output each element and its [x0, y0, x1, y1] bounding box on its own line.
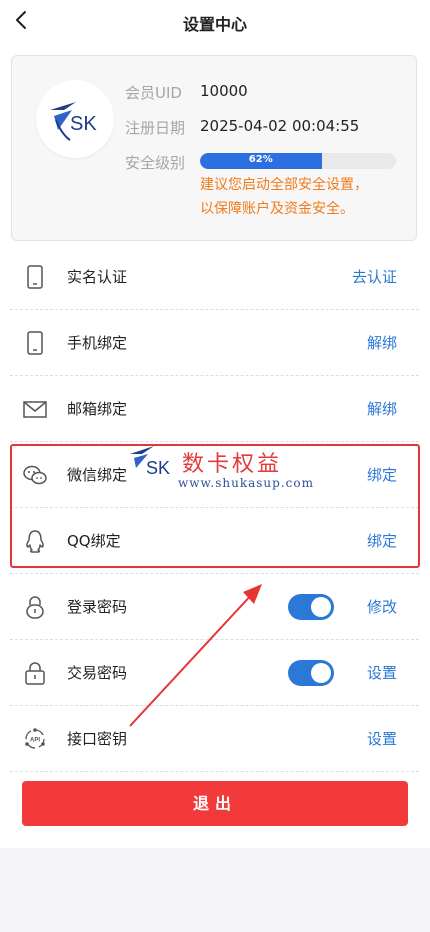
row-label: 实名认证: [67, 268, 128, 286]
toggle-knob: [311, 663, 331, 683]
logout-button[interactable]: 退出: [22, 781, 408, 826]
modify-login-password-button[interactable]: 修改: [367, 596, 397, 617]
api-icon: API: [25, 728, 45, 749]
row-realname[interactable]: 实名认证 去认证: [10, 244, 419, 310]
trade-password-toggle[interactable]: [288, 660, 334, 686]
security-tip-line-2: 以保障账户及资金安全。: [200, 201, 354, 217]
row-api-key[interactable]: API 接口密钥 设置: [10, 706, 419, 772]
row-phone[interactable]: 手机绑定 解绑: [10, 310, 419, 376]
set-trade-password-button[interactable]: 设置: [367, 662, 397, 683]
row-trade-password[interactable]: 交易密码 设置: [10, 640, 419, 706]
unbind-phone-button[interactable]: 解绑: [367, 332, 397, 353]
login-password-toggle[interactable]: [288, 594, 334, 620]
security-progress-text: 62%: [248, 154, 273, 165]
phone-icon: [27, 265, 43, 289]
security-tip: 建议您启动全部安全设置， 以保障账户及资金安全。: [200, 173, 400, 221]
reg-date-label: 注册日期: [125, 119, 186, 137]
svg-text:API: API: [30, 738, 40, 744]
svg-text:SK: SK: [146, 458, 170, 478]
uid-label: 会员UID: [125, 84, 182, 102]
avatar: SK: [36, 80, 114, 158]
verify-button[interactable]: 去认证: [352, 266, 397, 287]
reg-date-value: 2025-04-02 00:04:55: [200, 117, 360, 135]
sk-logo-icon: SK: [50, 102, 97, 141]
watermark-url: www.shukasup.com: [178, 476, 314, 490]
security-tip-line-1: 建议您启动全部安全设置，: [200, 177, 368, 193]
mail-icon: [23, 401, 47, 418]
uid-value: 10000: [200, 82, 248, 100]
toggle-knob: [311, 597, 331, 617]
row-label: 邮箱绑定: [67, 400, 128, 418]
row-label: 接口密钥: [67, 730, 128, 748]
header: 设置中心: [0, 0, 430, 44]
page-title: 设置中心: [182, 15, 247, 34]
lock-icon: [26, 596, 44, 619]
security-label: 安全级别: [125, 154, 186, 172]
row-label: 登录密码: [67, 598, 128, 616]
security-progress-bar: 62%: [200, 153, 396, 169]
phone-icon: [27, 331, 43, 355]
row-label: 手机绑定: [67, 334, 128, 352]
watermark-logo-icon: SK: [130, 446, 170, 478]
row-login-password[interactable]: 登录密码 修改: [10, 574, 419, 640]
row-label: 交易密码: [67, 664, 128, 682]
profile-card: SK 会员UID 10000 注册日期 2025-04-02 00:04:55 …: [11, 55, 417, 241]
row-email[interactable]: 邮箱绑定 解绑: [10, 376, 419, 442]
set-api-key-button[interactable]: 设置: [367, 728, 397, 749]
lock-icon: [25, 662, 45, 685]
svg-text:SK: SK: [70, 113, 97, 135]
settings-page: 设置中心 SK 会员UID 10000 注册日期 2025-04-02 00:0…: [0, 0, 430, 848]
unbind-email-button[interactable]: 解绑: [367, 398, 397, 419]
watermark-title: 数卡权益: [182, 452, 283, 477]
security-progress-fill: 62%: [200, 153, 322, 169]
